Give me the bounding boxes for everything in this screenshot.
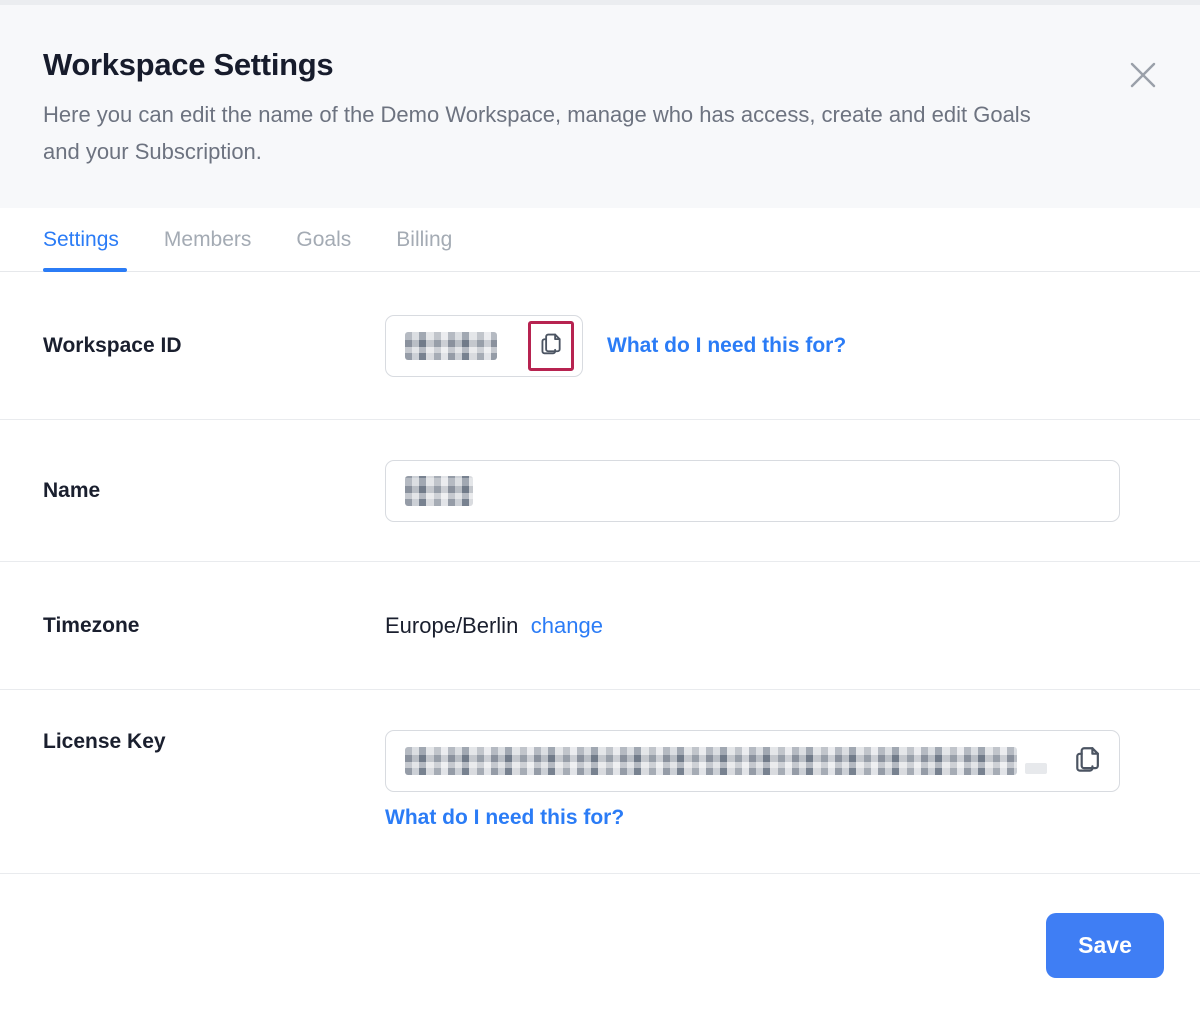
copy-license-key-button[interactable] xyxy=(1069,743,1105,779)
workspace-id-help-link[interactable]: What do I need this for? xyxy=(607,334,846,358)
modal-footer: Save xyxy=(0,874,1200,1020)
tab-members-label: Members xyxy=(164,228,252,252)
close-icon xyxy=(1128,60,1158,93)
license-key-row: License Key What do I ne xyxy=(0,690,1200,874)
license-key-redacted-wrap xyxy=(405,731,1047,791)
modal-header: Workspace Settings Here you can edit the… xyxy=(0,0,1200,208)
workspace-id-label: Workspace ID xyxy=(0,334,385,358)
name-row: Name xyxy=(0,420,1200,562)
license-key-label: License Key xyxy=(0,730,385,754)
tab-goals-label: Goals xyxy=(296,228,351,252)
copy-workspace-id-button[interactable] xyxy=(528,321,574,371)
name-label: Name xyxy=(0,479,385,503)
workspace-id-field[interactable] xyxy=(385,315,583,377)
license-key-help-link[interactable]: What do I need this for? xyxy=(385,806,624,830)
tab-settings[interactable]: Settings xyxy=(43,208,119,271)
timezone-change-link[interactable]: change xyxy=(531,613,603,638)
workspace-id-row: Workspace ID What do I need this for? xyxy=(0,272,1200,420)
timezone-value-group: Europe/Berlin change xyxy=(385,613,603,639)
license-key-column: What do I need this for? xyxy=(385,730,1120,830)
tab-billing-label: Billing xyxy=(396,228,452,252)
license-key-ellipsis xyxy=(1025,763,1047,774)
tab-billing[interactable]: Billing xyxy=(396,208,452,271)
timezone-row: Timezone Europe/Berlin change xyxy=(0,562,1200,690)
copy-icon xyxy=(1072,744,1103,778)
save-button[interactable]: Save xyxy=(1046,913,1164,978)
license-key-field[interactable] xyxy=(385,730,1120,792)
workspace-settings-modal: Workspace Settings Here you can edit the… xyxy=(0,0,1200,1020)
tab-settings-label: Settings xyxy=(43,228,119,252)
page-title: Workspace Settings xyxy=(43,5,1156,83)
timezone-label: Timezone xyxy=(0,614,385,638)
tab-bar: Settings Members Goals Billing xyxy=(0,208,1200,272)
license-key-redacted-value xyxy=(405,747,1017,775)
modal-subtitle: Here you can edit the name of the Demo W… xyxy=(43,96,1043,170)
tab-members[interactable]: Members xyxy=(164,208,252,271)
close-button[interactable] xyxy=(1127,60,1159,92)
tab-goals[interactable]: Goals xyxy=(296,208,351,271)
name-input[interactable] xyxy=(385,460,1120,522)
name-redacted-value xyxy=(405,476,473,506)
timezone-value: Europe/Berlin xyxy=(385,613,518,638)
workspace-id-redacted-value xyxy=(405,332,497,360)
copy-icon xyxy=(538,331,564,360)
